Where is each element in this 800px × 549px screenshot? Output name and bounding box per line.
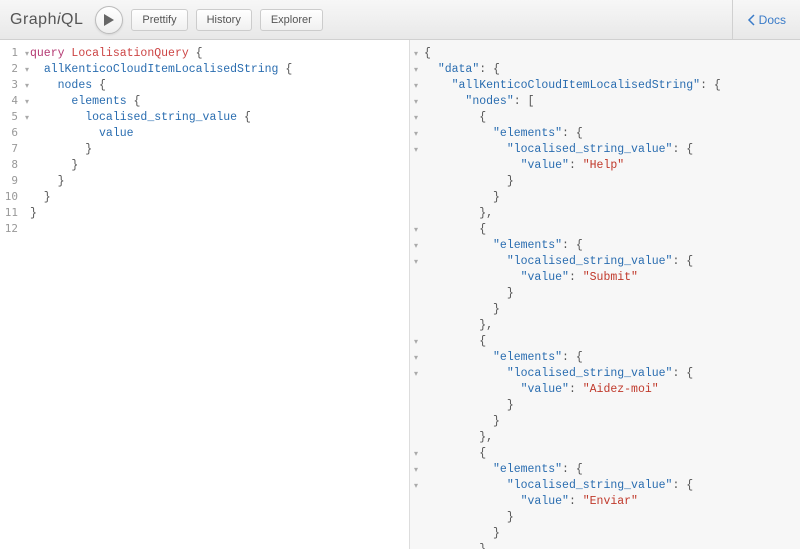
- execute-button[interactable]: [95, 6, 123, 34]
- play-icon: [104, 14, 114, 26]
- toolbar: GraphiQL Prettify History Explorer Docs: [0, 0, 800, 40]
- app-logo: GraphiQL: [10, 11, 83, 29]
- prettify-button[interactable]: Prettify: [131, 9, 187, 31]
- logo-text-a: Graph: [10, 11, 57, 28]
- logo-text-b: QL: [61, 11, 83, 28]
- explorer-button[interactable]: Explorer: [260, 9, 323, 31]
- result-viewer[interactable]: ▾▾▾▾▾▾▾▾▾▾▾▾▾▾▾▾ { "data": { "allKentico…: [410, 40, 800, 549]
- main-panels: 123456789101112 ▾▾▾▾▾ query Localisation…: [0, 40, 800, 549]
- query-code[interactable]: query LocalisationQuery { allKenticoClou…: [0, 40, 409, 228]
- docs-label: Docs: [759, 13, 786, 27]
- query-editor[interactable]: 123456789101112 ▾▾▾▾▾ query Localisation…: [0, 40, 410, 549]
- history-button[interactable]: History: [196, 9, 252, 31]
- chevron-left-icon: [747, 14, 755, 26]
- docs-button[interactable]: Docs: [732, 0, 790, 39]
- result-code: { "data": { "allKenticoCloudItemLocalise…: [410, 40, 800, 549]
